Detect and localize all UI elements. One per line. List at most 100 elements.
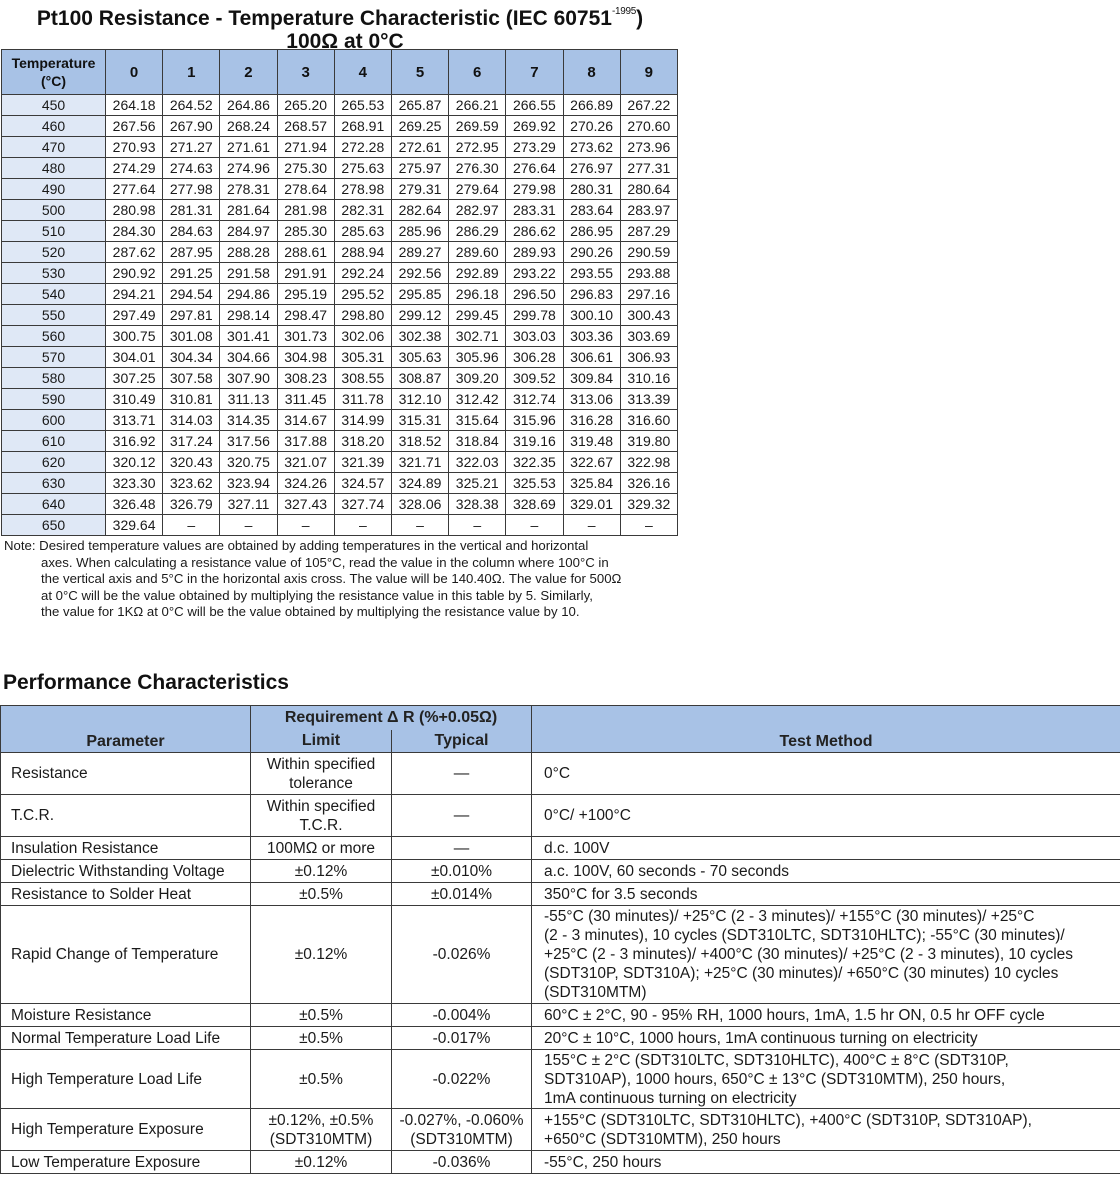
page-title: Pt100 Resistance - Temperature Character… [0,0,690,53]
resistance-cell: 322.98 [619,451,679,473]
resistance-cell: 298.80 [333,304,392,326]
resistance-cell: 275.63 [333,157,392,179]
test-method-line: 155°C ± 2°C (SDT310LTC, SDT310HLTC), 400… [544,1051,1009,1069]
limit-cell: 100MΩ or more [250,836,392,860]
test-method-cell: 0°C [531,752,1120,795]
typical-line: -0.004% [432,1006,491,1024]
resistance-table-body: 450 264.18 264.52 264.86 265.20 265.53 265.87 2… [1,94,679,536]
resistance-cell: 304.01 [104,346,164,368]
resistance-cell: 313.39 [619,388,679,410]
resistance-cell: 308.23 [276,367,335,389]
header-requirement: Requirement Δ R (%+0.05Ω) [249,705,533,730]
parameter-cell: High Temperature Load Life [0,1049,251,1109]
test-method-line: 1mA continuous turning on electricity [544,1089,797,1107]
resistance-cell: 280.98 [104,199,164,221]
resistance-cell: – [219,514,278,536]
resistance-cell: 318.20 [333,430,392,452]
resistance-cell: 278.98 [333,178,392,200]
resistance-cell: 303.69 [619,325,679,347]
resistance-cell: 307.25 [104,367,164,389]
column-header: 8 [562,49,621,95]
resistance-cell: 284.63 [162,220,221,242]
resistance-cell: 315.96 [505,409,564,431]
resistance-cell: 287.29 [619,220,679,242]
limit-line: Within specified [266,797,376,815]
table-row: Resistance Within specified tolerance —0°C [0,752,1120,795]
resistance-cell: 328.06 [390,493,450,515]
resistance-cell: 281.31 [162,199,221,221]
resistance-cell: 279.64 [448,178,507,200]
typical-line: — [453,807,470,824]
header-typical: Typical [390,730,533,753]
table-row: Insulation Resistance 100MΩ or more — d.c. … [0,836,1120,860]
parameter-cell: Low Temperature Exposure [0,1150,251,1174]
resistance-cell: 271.61 [219,136,278,158]
performance-heading: Performance Characteristics [3,671,289,694]
resistance-cell: 317.88 [276,430,335,452]
resistance-cell: 294.54 [162,283,221,305]
temperature-cell: 500 [1,199,106,221]
resistance-cell: 295.19 [276,283,335,305]
resistance-cell: 264.52 [162,94,221,116]
resistance-cell: 266.55 [505,94,564,116]
resistance-cell: 300.10 [562,304,621,326]
resistance-cell: 265.20 [276,94,335,116]
resistance-cell: 297.49 [104,304,164,326]
resistance-cell: 292.24 [333,262,392,284]
resistance-cell: 318.84 [448,430,507,452]
column-header: 6 [448,49,507,95]
temperature-cell: 460 [1,115,106,137]
resistance-cell: 286.62 [505,220,564,242]
temperature-cell: 470 [1,136,106,158]
column-header: 4 [333,49,392,95]
temperature-cell: 650 [1,514,106,536]
limit-cell: Within specified tolerance [250,752,392,795]
typical-line: ±0.010% [430,862,493,880]
resistance-cell: 319.16 [505,430,564,452]
resistance-cell: 296.50 [505,283,564,305]
test-method-line: (SDT310MTM) [544,984,647,1001]
resistance-cell: 310.49 [104,388,164,410]
resistance-cell: 329.32 [619,493,679,515]
temperature-cell: 580 [1,367,106,389]
resistance-cell: 303.36 [562,325,621,347]
resistance-cell: 320.75 [219,451,278,473]
resistance-cell: 291.25 [162,262,221,284]
resistance-cell: 291.91 [276,262,335,284]
header-temperature: Temperature (°C) [1,49,106,95]
test-method-cell: 60°C ± 2°C, 90 - 95% RH, 1000 hours, 1mA… [531,1003,1120,1027]
typical-cell: -0.017% [390,1026,533,1050]
table-row: Low Temperature Exposure ±0.12% -0.036% -55… [0,1150,1120,1174]
resistance-cell: 309.84 [562,367,621,389]
test-method-line: +155°C (SDT310LTC, SDT310HLTC), +400°C (… [544,1111,1032,1129]
limit-line: Within specified [266,755,376,773]
parameter-cell: Moisture Resistance [0,1003,251,1027]
resistance-cell: 296.83 [562,283,621,305]
performance-table-body: Resistance Within specified tolerance —0°C T… [0,752,1120,1174]
resistance-cell: 311.13 [219,388,278,410]
resistance-cell: 309.20 [448,367,507,389]
limit-cell: ±0.5% [250,882,392,906]
column-header: 9 [619,49,679,95]
header-limit: Limit [250,730,392,753]
table-row: 520 287.62 287.95 288.28 288.61 288.94 289.27 2… [1,241,679,263]
resistance-cell: 282.97 [448,199,507,221]
header-test-method: Test Method [531,705,1120,753]
test-method-line: -55°C, 250 hours [544,1153,662,1171]
test-method-line: 0°C [544,765,571,782]
resistance-cell: 273.62 [562,136,621,158]
resistance-cell: 317.56 [219,430,278,452]
resistance-cell: 285.96 [390,220,450,242]
resistance-cell: 265.53 [333,94,392,116]
temperature-cell: 550 [1,304,106,326]
resistance-cell: 306.28 [505,346,564,368]
parameter-cell: T.C.R. [0,794,251,837]
header-parameter: Parameter [0,705,251,753]
resistance-cell: 284.30 [104,220,164,242]
resistance-cell: 280.64 [619,178,679,200]
resistance-cell: 271.27 [162,136,221,158]
resistance-cell: 266.89 [562,94,621,116]
resistance-cell: 311.78 [333,388,392,410]
resistance-cell: 313.06 [562,388,621,410]
resistance-cell: 299.12 [390,304,450,326]
